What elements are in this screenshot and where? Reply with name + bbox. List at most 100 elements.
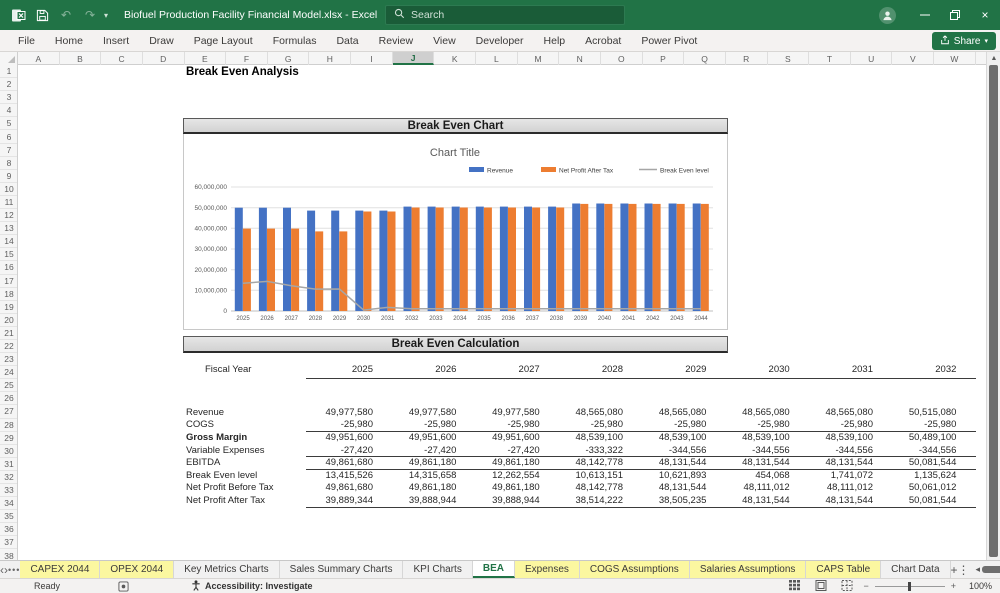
calc-cell[interactable]: 49,977,580: [370, 407, 457, 420]
horizontal-scrollbar-thumb[interactable]: [982, 566, 1000, 573]
ribbon-tab-developer[interactable]: Developer: [466, 30, 534, 52]
row-header-9[interactable]: 9: [0, 170, 17, 183]
calc-cell[interactable]: 10,621,893: [620, 470, 707, 483]
zoom-level[interactable]: 100%: [966, 581, 992, 591]
row-header-14[interactable]: 14: [0, 235, 17, 249]
row-header-34[interactable]: 34: [0, 497, 17, 511]
page-layout-view-icon[interactable]: [815, 579, 827, 593]
calc-cell[interactable]: 50,489,100: [870, 432, 957, 445]
sheet-tab-salaries-assumptions[interactable]: Salaries Assumptions: [689, 561, 807, 578]
calc-cell[interactable]: 2025: [287, 364, 373, 377]
calc-cell[interactable]: 2026: [370, 364, 456, 377]
row-header-27[interactable]: 27: [0, 405, 17, 419]
normal-view-icon[interactable]: [789, 579, 801, 593]
calc-cell[interactable]: 2032: [870, 364, 956, 377]
select-all-button[interactable]: [0, 52, 18, 65]
zoom-in-button[interactable]: +: [951, 581, 956, 591]
column-header-E[interactable]: E: [185, 52, 227, 65]
calc-cell[interactable]: 48,539,100: [537, 432, 623, 445]
calc-cell[interactable]: 2030: [704, 364, 790, 377]
column-header-Q[interactable]: Q: [684, 52, 726, 65]
sheet-tab-kpi-charts[interactable]: KPI Charts: [403, 561, 473, 578]
ribbon-tab-data[interactable]: Data: [326, 30, 368, 52]
column-header-R[interactable]: R: [726, 52, 768, 65]
row-header-17[interactable]: 17: [0, 275, 17, 288]
calc-cell[interactable]: 2031: [787, 364, 873, 377]
row-header-12[interactable]: 12: [0, 209, 17, 223]
calc-cell[interactable]: 14,315,658: [370, 470, 457, 483]
row-header-36[interactable]: 36: [0, 523, 17, 537]
save-button[interactable]: [32, 5, 52, 25]
row-header-10[interactable]: 10: [0, 183, 17, 196]
calc-cell[interactable]: 10,613,151: [537, 470, 623, 483]
calc-cell[interactable]: 48,565,080: [787, 407, 873, 420]
row-header-2[interactable]: 2: [0, 78, 17, 92]
column-header-K[interactable]: K: [434, 52, 477, 65]
add-sheet-button[interactable]: +: [951, 561, 958, 578]
ribbon-tab-file[interactable]: File: [8, 30, 45, 52]
calc-cell[interactable]: 50,515,080: [870, 407, 957, 420]
row-header-29[interactable]: 29: [0, 432, 17, 445]
macro-record-icon[interactable]: [118, 580, 129, 592]
column-header-U[interactable]: U: [851, 52, 893, 65]
undo-button[interactable]: ↶: [56, 5, 76, 25]
sheet-tab-opex-2044[interactable]: OPEX 2044: [100, 561, 175, 578]
hscroll-left-arrow-icon[interactable]: ◂: [976, 564, 981, 575]
row-header-19[interactable]: 19: [0, 301, 17, 314]
column-header-W[interactable]: W: [934, 52, 976, 65]
calc-cell[interactable]: 1,741,072: [787, 470, 873, 483]
column-header-C[interactable]: C: [101, 52, 143, 65]
row-header-37[interactable]: 37: [0, 536, 17, 550]
calc-cell[interactable]: 48,565,080: [620, 407, 707, 420]
calc-cell[interactable]: 2027: [454, 364, 540, 377]
row-header-5[interactable]: 5: [0, 117, 17, 131]
ribbon-tab-page-layout[interactable]: Page Layout: [184, 30, 263, 52]
calc-cell[interactable]: 49,861,180: [370, 482, 457, 495]
row-header-31[interactable]: 31: [0, 458, 17, 471]
row-header-16[interactable]: 16: [0, 261, 17, 275]
sheet-tab-chart-data[interactable]: Chart Data: [881, 561, 951, 578]
column-header-D[interactable]: D: [143, 52, 185, 65]
column-header-V[interactable]: V: [892, 52, 935, 65]
ribbon-tab-draw[interactable]: Draw: [139, 30, 184, 52]
column-header-P[interactable]: P: [643, 52, 685, 65]
calc-cell[interactable]: 49,951,600: [287, 432, 373, 445]
ribbon-tab-formulas[interactable]: Formulas: [263, 30, 327, 52]
column-header-B[interactable]: B: [60, 52, 102, 65]
ribbon-tab-view[interactable]: View: [423, 30, 466, 52]
ribbon-tab-acrobat[interactable]: Acrobat: [575, 30, 631, 52]
calc-cell[interactable]: 50,061,012: [870, 482, 957, 495]
column-header-G[interactable]: G: [268, 52, 310, 65]
page-break-preview-icon[interactable]: [841, 579, 853, 593]
ribbon-tab-power-pivot[interactable]: Power Pivot: [631, 30, 707, 52]
sheet-tab-capex-2044[interactable]: CAPEX 2044: [20, 561, 101, 578]
column-header-A[interactable]: A: [18, 52, 60, 65]
share-button[interactable]: Share ▾: [931, 32, 996, 50]
calc-cell[interactable]: 48,111,012: [787, 482, 873, 495]
row-header-20[interactable]: 20: [0, 314, 17, 327]
column-header-M[interactable]: M: [518, 52, 560, 65]
close-button[interactable]: ×: [970, 0, 1000, 30]
excel-app-icon[interactable]: [8, 5, 28, 25]
sheet-nav-more-icon[interactable]: •••: [8, 561, 20, 578]
calc-cell[interactable]: 1,135,624: [870, 470, 956, 483]
column-header-S[interactable]: S: [768, 52, 810, 65]
row-header-25[interactable]: 25: [0, 379, 17, 393]
scroll-up-arrow-icon[interactable]: ▲: [987, 52, 1000, 64]
column-header-O[interactable]: O: [601, 52, 643, 65]
zoom-slider[interactable]: [874, 581, 945, 591]
calc-cell[interactable]: 49,861,680: [287, 482, 373, 495]
sheet-tab-cogs-assumptions[interactable]: COGS Assumptions: [579, 561, 690, 578]
row-header-21[interactable]: 21: [0, 327, 17, 340]
calc-cell[interactable]: 454,068: [704, 470, 789, 483]
redo-button[interactable]: ↷: [80, 5, 100, 25]
minimize-button[interactable]: [910, 0, 940, 30]
calc-cell[interactable]: 48,111,012: [704, 482, 790, 495]
row-header-28[interactable]: 28: [0, 419, 17, 432]
calc-cell[interactable]: 48,539,100: [787, 432, 873, 445]
row-header-23[interactable]: 23: [0, 353, 17, 367]
row-header-22[interactable]: 22: [0, 340, 17, 354]
ribbon-tab-review[interactable]: Review: [369, 30, 423, 52]
calc-cell[interactable]: 49,977,580: [454, 407, 540, 420]
sheet-tab-expenses[interactable]: Expenses: [514, 561, 580, 578]
